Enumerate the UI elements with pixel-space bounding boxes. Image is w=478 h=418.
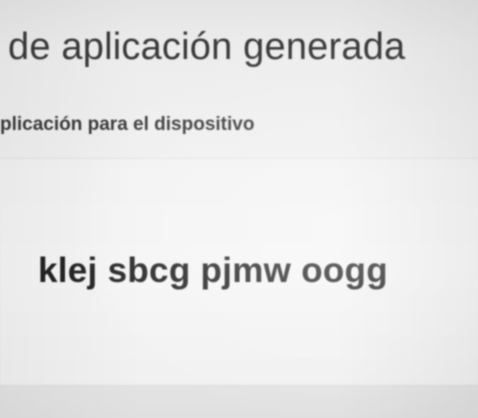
password-field-label: plicación para el dispositivo: [0, 114, 255, 135]
generated-app-password[interactable]: klej sbcg pjmw oogg: [38, 251, 388, 291]
app-password-dialog: de aplicación generada plicación para el…: [0, 0, 478, 418]
password-display-box: klej sbcg pjmw oogg: [0, 158, 478, 386]
dialog-title: de aplicación generada: [8, 26, 406, 68]
